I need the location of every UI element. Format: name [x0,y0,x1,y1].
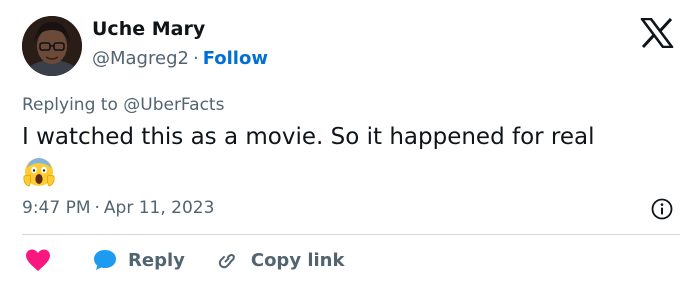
heart-icon[interactable] [24,247,52,273]
handle-separator: · [192,48,199,69]
handle-row: @Magreg2 · Follow [92,48,268,69]
reply-label: Reply [128,249,185,271]
user-display-name[interactable]: Uche Mary [92,18,205,40]
tweet-date: Apr 11, 2023 [103,198,215,218]
reply-button[interactable]: Reply [92,248,185,272]
replying-prefix: Replying to [22,95,124,115]
speech-bubble-icon [92,248,118,272]
avatar[interactable] [22,16,82,76]
user-handle[interactable]: @Magreg2 [92,48,189,69]
copy-link-label: Copy link [250,249,345,271]
x-logo-icon[interactable] [640,17,674,49]
action-bar: Reply Copy link [22,246,344,274]
tweet-timestamp[interactable]: 9:47 PM · Apr 11, 2023 [22,198,214,218]
follow-button[interactable]: Follow [203,48,268,69]
copy-link-button[interactable]: Copy link [215,248,345,272]
tweet-text: I watched this as a movie. So it happene… [22,124,595,150]
screaming-face-emoji [22,156,56,188]
divider [22,234,680,235]
replying-to: Replying to @UberFacts [22,95,224,115]
meta-separator: · [94,198,100,218]
link-icon [215,248,239,272]
info-icon[interactable] [650,197,674,221]
tweet-time: 9:47 PM [22,198,91,218]
replying-mention[interactable]: @UberFacts [123,95,224,115]
